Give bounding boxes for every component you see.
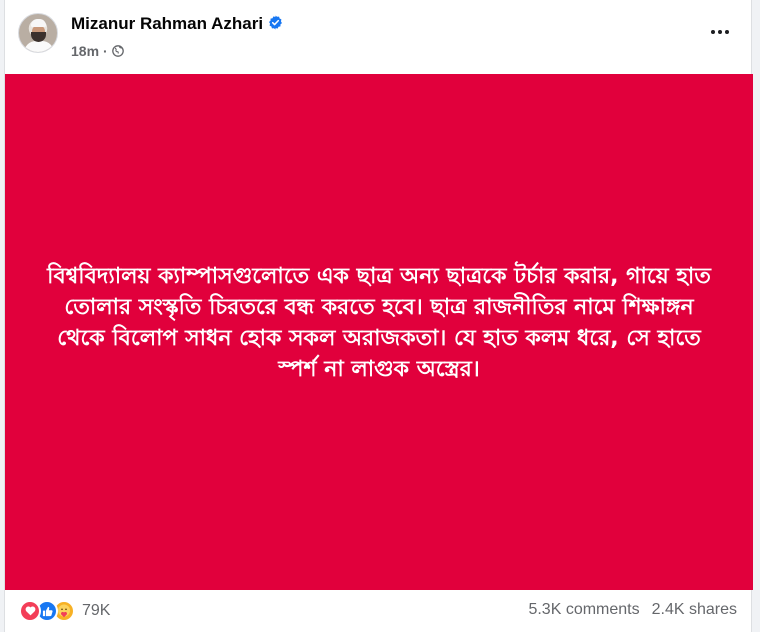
engagement-bar: 79K 5.3K comments 2.4K shares [5,590,751,632]
post-card: Mizanur Rahman Azhari 18m · বিশ্ববিদ্যালয… [4,0,753,632]
post-header: Mizanur Rahman Azhari 18m · [5,0,751,74]
post-image-text: বিশ্ববিদ্যালয় ক্যাম্পাসগুলোতে এক ছাত্র … [27,261,731,385]
globe-icon[interactable] [111,45,124,57]
comments-count-link[interactable]: 5.3K comments [528,601,639,618]
author-name[interactable]: Mizanur Rahman Azhari [71,14,263,33]
more-options-icon[interactable] [706,22,734,42]
post-text-line: স্পর্শ না লাগুক অস্ত্রের। [278,357,480,382]
post-image[interactable]: বিশ্ববিদ্যালয় ক্যাম্পাসগুলোতে এক ছাত্র … [5,74,753,590]
reaction-count: 79K [82,602,111,619]
post-text-line: থেকে বিলোপ সাধন হোক সকল অরাজকতা। যে হাত … [57,326,701,351]
author-name-row: Mizanur Rahman Azhari [71,14,283,34]
post-meta: 18m · [71,43,124,59]
author-avatar[interactable] [18,13,58,53]
reactions-summary[interactable]: 79K [19,600,111,622]
verified-badge-icon [269,15,283,30]
post-text-line: তোলার সংস্কৃতি চিরতরে বন্ধ করতে হবে। ছাত… [64,295,694,320]
post-timestamp[interactable]: 18m [71,43,99,59]
shares-count-link[interactable]: 2.4K shares [652,601,737,618]
love-icon [19,600,41,622]
engagement-stats: 5.3K comments 2.4K shares [528,601,737,619]
meta-separator: · [103,43,108,59]
post-text-line: বিশ্ববিদ্যালয় ক্যাম্পাসগুলোতে এক ছাত্র … [47,264,711,289]
